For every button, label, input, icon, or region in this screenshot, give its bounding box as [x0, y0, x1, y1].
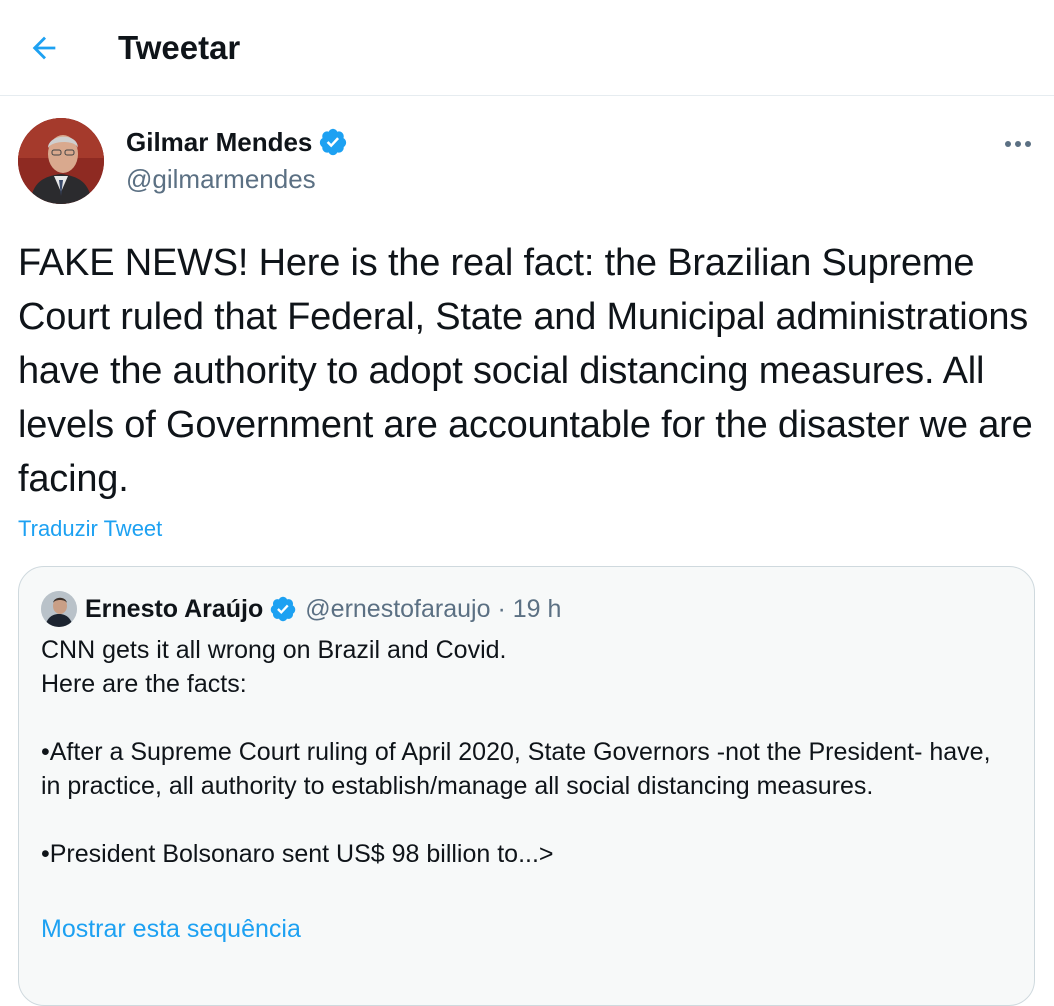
- quoted-author-avatar: [41, 591, 77, 627]
- top-header: Tweetar: [0, 0, 1054, 96]
- arrow-left-icon: [32, 36, 56, 60]
- quoted-timestamp: 19 h: [512, 595, 562, 623]
- avatar-image: [18, 118, 104, 204]
- back-button[interactable]: [22, 26, 66, 70]
- author-handle[interactable]: @gilmarmendes: [126, 162, 316, 196]
- translate-tweet-link[interactable]: Traduzir Tweet: [18, 514, 162, 544]
- author-name: Gilmar Mendes: [126, 127, 313, 157]
- show-thread-link[interactable]: Mostrar esta sequência: [41, 911, 301, 947]
- verified-badge-icon: [320, 128, 347, 156]
- verified-badge-icon: [271, 596, 296, 622]
- more-options-button[interactable]: [996, 128, 1040, 160]
- quoted-avatar-image: [41, 591, 77, 627]
- quoted-author-name: Ernesto Araújo: [85, 595, 264, 623]
- quoted-tweet-card[interactable]: Ernesto Araújo @ernestofaraujo · 19 h CN…: [18, 566, 1035, 1006]
- quoted-separator: ·: [490, 595, 513, 623]
- page-title: Tweetar: [118, 29, 241, 66]
- author-name-row[interactable]: Gilmar Mendes: [126, 124, 348, 160]
- tweet-text: FAKE NEWS! Here is the real fact: the Br…: [18, 242, 1033, 500]
- more-horizontal-icon: [1005, 141, 1031, 147]
- author-avatar[interactable]: [18, 118, 104, 204]
- quoted-header: Ernesto Araújo @ernestofaraujo · 19 h: [85, 591, 561, 627]
- quoted-author-handle: @ernestofaraujo: [305, 595, 491, 623]
- quoted-tweet-text: CNN gets it all wrong on Brazil and Covi…: [41, 636, 991, 868]
